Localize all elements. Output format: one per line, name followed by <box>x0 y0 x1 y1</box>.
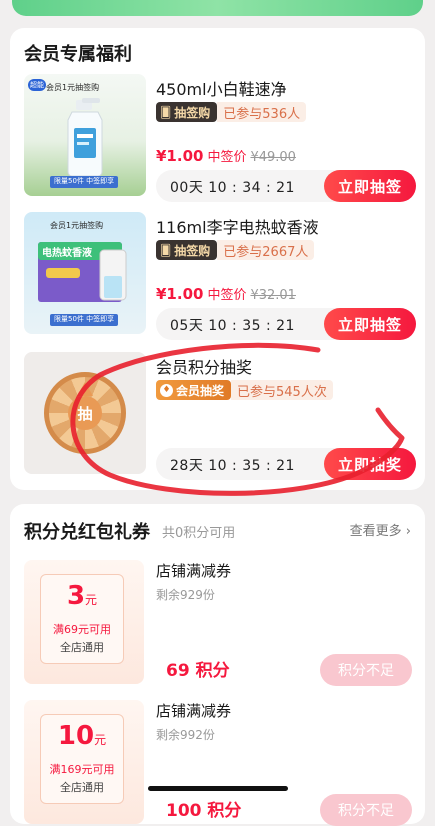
original-price: ¥32.01 <box>250 288 296 303</box>
section-title-member-benefits: 会员专属福利 <box>24 44 132 65</box>
lottery-item[interactable]: 超能 会员1元抽签购 限量50件 中签即享 450ml小白鞋速净 🂠 抽签购 已… <box>10 74 425 202</box>
lottery-ticket-icon: 🂠 <box>160 243 172 257</box>
coupon-remaining: 剩余929份 <box>156 588 215 602</box>
draw-button[interactable]: 立即抽签 <box>324 170 416 202</box>
coupon-points-cost: 69 积分 <box>166 661 230 681</box>
coupon-remaining: 剩余992份 <box>156 728 215 742</box>
product-image-sneaker-cleaner[interactable]: 超能 会员1元抽签购 限量50件 中签即享 <box>24 74 146 196</box>
lottery-price: ¥1.00 <box>156 147 204 165</box>
coupon-inner: 3元 满69元可用 全店通用 <box>40 574 124 664</box>
insufficient-points-button[interactable]: 积分不足 <box>320 654 412 686</box>
coupon-item[interactable]: 3元 满69元可用 全店通用 店铺满减券 剩余929份 69 积分 积分不足 <box>10 544 425 686</box>
coupon-condition: 满69元可用 <box>53 623 111 636</box>
countdown-timer: 00天 10 : 34 : 21 <box>170 180 295 196</box>
member-badge-icon: ♦ <box>160 383 173 397</box>
participants-count: 已参与536人 <box>217 102 307 122</box>
points-exchange-card: 积分兑红包礼券 共0积分可用 查看更多 › 3元 满69元可用 全店通用 店铺满… <box>10 504 425 826</box>
countdown-timer: 05天 10 : 35 : 21 <box>170 318 295 334</box>
thumb-promo-text: 会员1元抽签购 <box>50 221 104 230</box>
participants-count: 已参与545人次 <box>231 380 333 400</box>
lottery-tag: 🂠 抽签购 <box>156 102 218 122</box>
coupon-amount: 10元 <box>57 721 107 751</box>
wheel-center-label: 抽 <box>68 396 102 430</box>
lottery-item[interactable]: 会员1元抽签购 电热蚊香液 限量50件 中签即享 116ml李字电热蚊香液 🂠 … <box>10 212 425 340</box>
home-indicator[interactable] <box>148 786 288 791</box>
countdown-bar: 05天 10 : 35 : 21 立即抽签 <box>156 308 416 340</box>
coupon-card[interactable]: 10元 满169元可用 全店通用 <box>24 700 144 824</box>
coupon-title: 店铺满减券 <box>156 562 232 580</box>
coupon-title: 店铺满减券 <box>156 702 232 720</box>
see-more-link[interactable]: 查看更多 › <box>350 520 411 539</box>
member-lottery-tag: ♦ 会员抽奖 <box>156 380 232 400</box>
draw-button[interactable]: 立即抽签 <box>324 308 416 340</box>
thumb-limit-tag: 限量50件 中签即享 <box>50 176 119 188</box>
green-banner[interactable] <box>12 0 423 16</box>
section-title-points-exchange: 积分兑红包礼券 <box>24 522 150 543</box>
thumb-limit-tag: 限量50件 中签即享 <box>50 314 119 326</box>
product-title: 450ml小白鞋速净 <box>156 80 287 99</box>
points-lottery-image[interactable]: 抽 <box>24 352 146 474</box>
lottery-ticket-icon: 🂠 <box>160 105 172 119</box>
top-banner-strip <box>0 0 435 22</box>
lottery-tag: 🂠 抽签购 <box>156 240 218 260</box>
coupon-amount: 3元 <box>66 581 98 611</box>
price-row: ¥1.00 中签价 ¥49.00 <box>156 146 296 165</box>
countdown-bar: 00天 10 : 34 : 21 立即抽签 <box>156 170 416 202</box>
member-benefits-card: 会员专属福利 超能 会员1元抽签购 限量50件 中签即享 450ml小白鞋速净 … <box>10 28 425 490</box>
spray-bottle-icon <box>67 98 103 177</box>
participants-count: 已参与2667人 <box>217 240 315 260</box>
tag-row: ♦ 会员抽奖 已参与545人次 <box>156 380 333 400</box>
coupon-scope: 全店通用 <box>60 641 104 654</box>
coupon-card[interactable]: 3元 满69元可用 全店通用 <box>24 560 144 684</box>
countdown-bar: 28天 10 : 35 : 21 立即抽奖 <box>156 448 416 480</box>
available-points: 共0积分可用 <box>162 526 236 541</box>
countdown-timer: 28天 10 : 35 : 21 <box>170 458 295 474</box>
price-row: ¥1.00 中签价 ¥32.01 <box>156 284 296 303</box>
price-label: 中签价 <box>207 288 247 303</box>
draw-button[interactable]: 立即抽奖 <box>324 448 416 480</box>
product-title: 116ml李字电热蚊香液 <box>156 218 319 237</box>
thumb-promo-text: 会员1元抽签购 <box>46 83 100 92</box>
original-price: ¥49.00 <box>250 150 296 165</box>
lottery-price: ¥1.00 <box>156 285 204 303</box>
price-label: 中签价 <box>207 150 247 165</box>
product-image-mosquito-liquid[interactable]: 会员1元抽签购 电热蚊香液 限量50件 中签即享 <box>24 212 146 334</box>
tag-row: 🂠 抽签购 已参与2667人 <box>156 240 315 260</box>
coupon-scope: 全店通用 <box>60 781 104 794</box>
product-title: 会员积分抽奖 <box>156 358 253 377</box>
coupon-inner: 10元 满169元可用 全店通用 <box>40 714 124 804</box>
coupon-item[interactable]: 10元 满169元可用 全店通用 店铺满减券 剩余992份 100 积分 积分不… <box>10 684 425 826</box>
lottery-item[interactable]: 抽 会员积分抽奖 ♦ 会员抽奖 已参与545人次 28天 10 : 35 : 2… <box>10 352 425 480</box>
tag-row: 🂠 抽签购 已参与536人 <box>156 102 307 122</box>
brand-badge: 超能 <box>28 79 46 91</box>
wheel-pointer-icon <box>77 382 93 396</box>
insufficient-points-button[interactable]: 积分不足 <box>320 794 412 826</box>
thumb-box-label: 电热蚊香液 <box>42 248 92 259</box>
coupon-condition: 满169元可用 <box>49 763 115 776</box>
